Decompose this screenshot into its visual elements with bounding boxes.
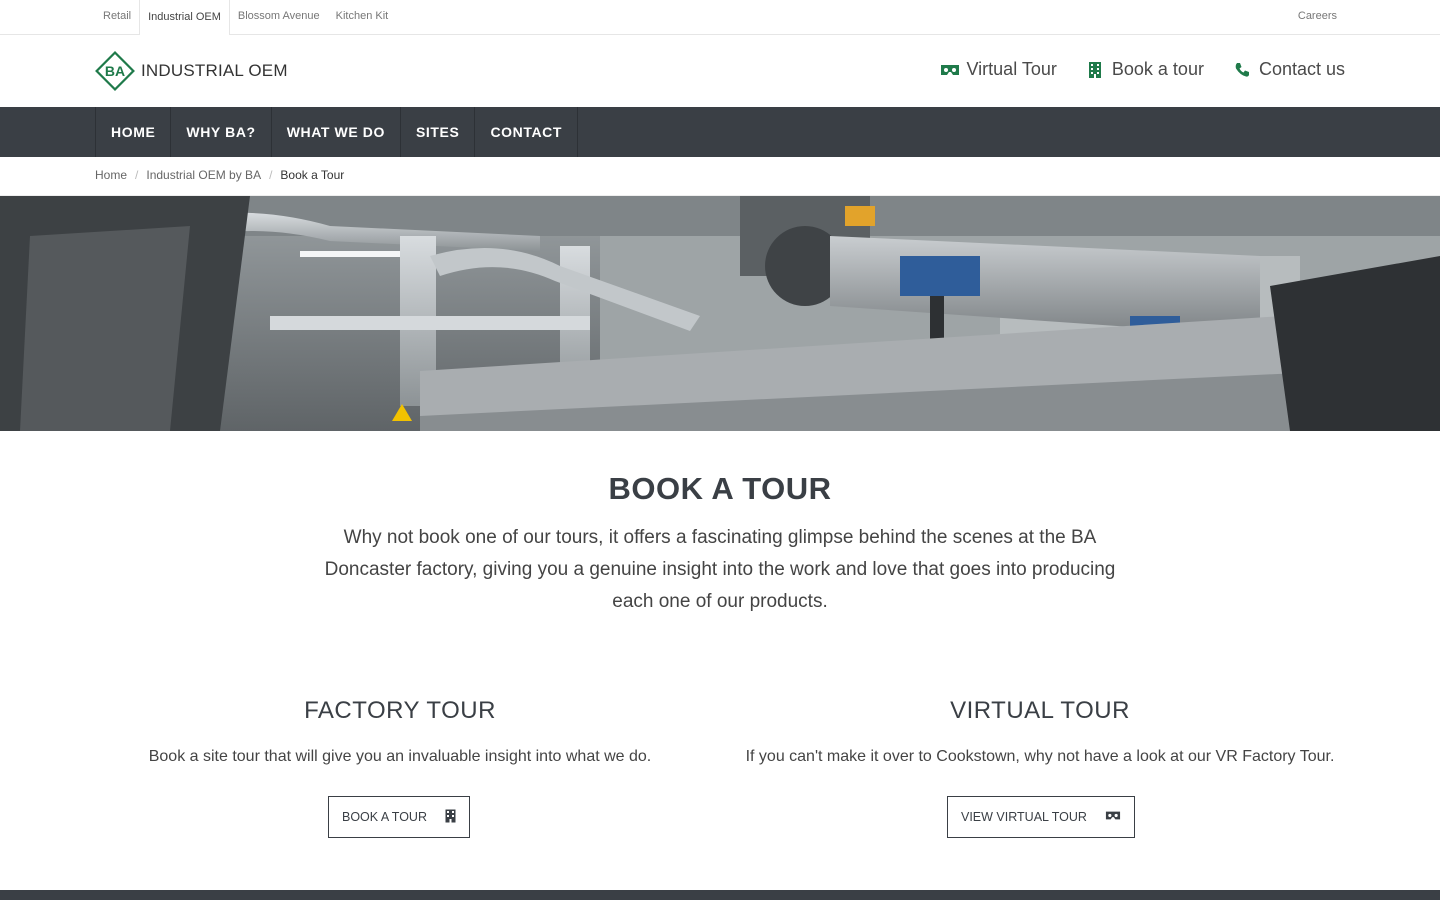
book-tour-link[interactable]: Book a tour [1085,59,1204,80]
site-header: BA INDUSTRIAL OEM Virtual Tour Book a to… [0,35,1440,107]
header-links: Virtual Tour Book a tour Contact us [940,59,1345,80]
factory-tour-text: Book a site tour that will give you an i… [148,748,652,765]
contact-label: Contact us [1258,59,1345,79]
utility-bar: Retail Industrial OEM Blossom Avenue Kit… [0,0,1440,36]
breadcrumb: Home / Industrial OEM by BA / Book a Tou… [0,157,1440,196]
hero-image [0,196,1440,431]
logo-diamond-icon: BA [95,51,135,91]
nav-item-why-ba[interactable]: WHY BA? [171,107,272,157]
svg-text:BA: BA [105,63,125,79]
virtual-tour-title: VIRTUAL TOUR [950,697,1130,724]
breadcrumb-section[interactable]: Industrial OEM by BA [146,168,261,182]
nav-item-what-we-do[interactable]: WHAT WE DO [272,107,401,157]
footer-strip [0,890,1440,900]
book-a-tour-button[interactable]: BOOK A TOUR [328,796,470,838]
breadcrumb-separator: / [269,168,273,182]
virtual-tour-link[interactable]: Virtual Tour [940,59,1057,80]
virtual-tour-text: If you can't make it over to Cookstown, … [745,748,1335,765]
site-tab-blossom-avenue[interactable]: Blossom Avenue [230,0,328,35]
nav-item-sites[interactable]: SITES [401,107,476,157]
contact-link[interactable]: Contact us [1232,59,1345,80]
view-virtual-tour-button-label: VIEW VIRTUAL TOUR [961,810,1087,824]
building-icon [1085,60,1105,80]
intro-text: Why not book one of our tours, it offers… [324,527,1116,612]
breadcrumb-separator: / [135,168,139,182]
logo-text: INDUSTRIAL OEM [141,61,288,80]
site-switcher: Retail Industrial OEM Blossom Avenue Kit… [95,0,397,36]
view-virtual-tour-button[interactable]: VIEW VIRTUAL TOUR [947,796,1135,838]
breadcrumb-current: Book a Tour [280,168,345,182]
site-tab-kitchen-kit[interactable]: Kitchen Kit [328,0,397,35]
building-icon [445,809,456,826]
book-a-tour-button-label: BOOK A TOUR [342,810,427,824]
virtual-tour-label: Virtual Tour [966,59,1057,79]
nav-item-contact[interactable]: CONTACT [475,107,579,157]
vr-headset-icon [1105,810,1121,824]
nav-item-home[interactable]: HOME [96,107,172,157]
vr-headset-icon [940,60,960,80]
factory-tour-section: FACTORY TOUR Book a site tour that will … [80,697,720,838]
page-title: BOOK A TOUR [608,471,832,506]
virtual-tour-section: VIRTUAL TOUR If you can't make it over t… [720,697,1360,838]
factory-tour-title: FACTORY TOUR [304,697,496,724]
careers-link[interactable]: Careers [1298,0,1337,32]
book-tour-label: Book a tour [1111,59,1204,79]
site-tab-retail[interactable]: Retail [95,0,139,35]
breadcrumb-home[interactable]: Home [95,168,127,182]
main-nav: HOME WHY BA? WHAT WE DO SITES CONTACT [0,107,1440,157]
logo[interactable]: BA INDUSTRIAL OEM [95,51,288,91]
site-tab-industrial-oem[interactable]: Industrial OEM [139,0,230,36]
phone-icon [1232,60,1252,80]
